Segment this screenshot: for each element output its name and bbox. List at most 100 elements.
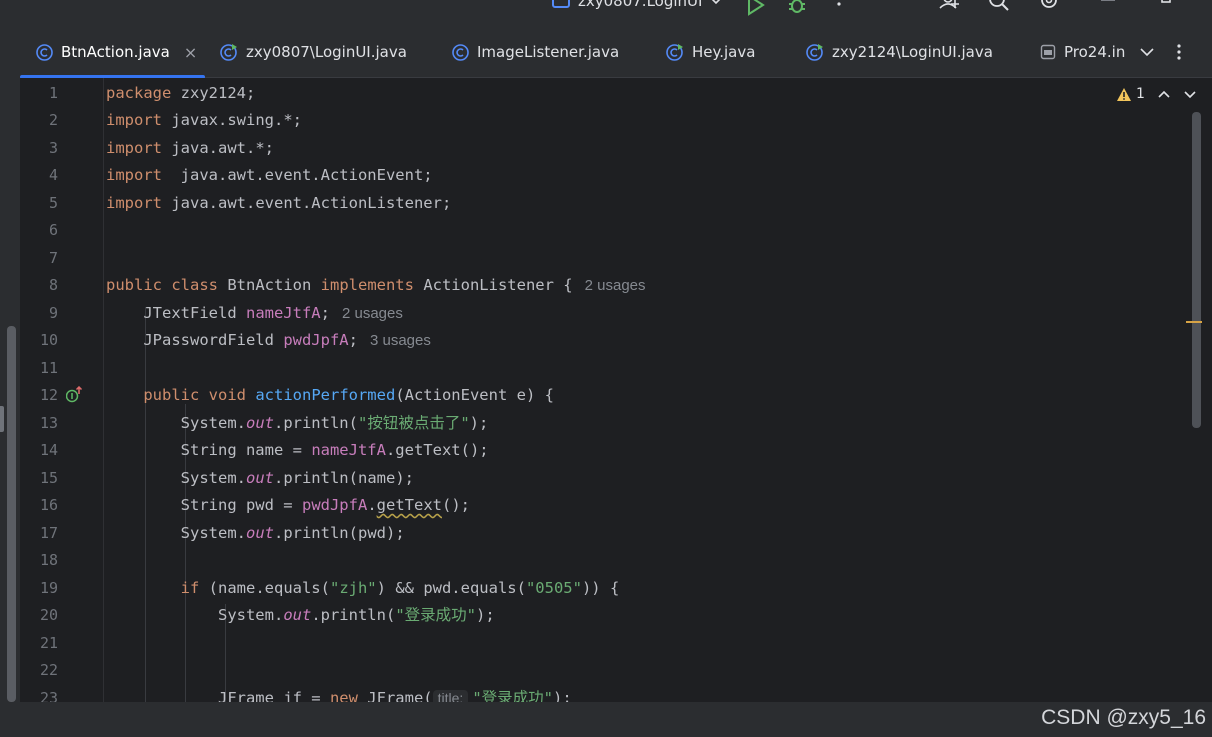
implements-method-icon[interactable]: [66, 386, 84, 404]
code-line: 6: [20, 217, 1180, 244]
code-line: 1 package zxy2124;: [20, 80, 1180, 107]
debug-icon[interactable]: [786, 0, 808, 16]
code-text[interactable]: public class BtnAction implements Action…: [106, 272, 646, 299]
java-runnable-class-icon: [666, 44, 683, 61]
run-icon[interactable]: [744, 0, 766, 16]
side-panel-handle[interactable]: [0, 406, 4, 432]
tab-btnaction[interactable]: BtnAction.java ×: [20, 26, 205, 79]
minimize-icon[interactable]: [1098, 0, 1120, 16]
code-line: 10 JPasswordField pwdJpfA; 3 usages: [20, 327, 1180, 354]
warning-stripe-marker[interactable]: [1186, 321, 1202, 323]
code-line: 17 System.out.println(pwd);: [20, 520, 1180, 547]
tab-label: ImageListener.java: [477, 43, 620, 61]
tab-options-menu[interactable]: [1176, 26, 1182, 78]
code-editor[interactable]: 1 package zxy2124; 2 import javax.swing.…: [20, 78, 1212, 702]
code-text[interactable]: JTextField nameJtfA; 2 usages: [106, 300, 403, 327]
code-text[interactable]: public void actionPerformed(ActionEvent …: [106, 382, 554, 409]
inspection-widget[interactable]: 1: [1116, 86, 1145, 102]
status-bar: CSDN @zxy5_16: [0, 702, 1212, 737]
code-line: 23 JFrame jf = new JFrame(title: "登录成功");: [20, 685, 1180, 702]
settings-gear-icon[interactable]: [1038, 0, 1060, 16]
tab-label: zxy2124\LoginUI.java: [832, 43, 993, 61]
left-tool-strip: [0, 26, 20, 702]
line-number: 18: [39, 551, 58, 569]
code-text[interactable]: String pwd = pwdJpfA.getText();: [106, 492, 470, 519]
run-config-label: zxy0807.LoginUI: [578, 0, 703, 10]
code-line: 15 System.out.println(name);: [20, 465, 1180, 492]
editor-tab-bar: BtnAction.java × zxy0807\LoginUI.java Im…: [20, 26, 1212, 79]
code-text[interactable]: String name = nameJtfA.getText();: [106, 437, 489, 464]
line-number: 17: [39, 524, 58, 542]
left-scrollbar[interactable]: [7, 326, 16, 702]
code-text[interactable]: System.out.println("登录成功");: [106, 602, 495, 629]
code-line: 19 if (name.equals("zjh") && pwd.equals(…: [20, 575, 1180, 602]
code-text[interactable]: import javax.swing.*;: [106, 107, 302, 134]
code-text[interactable]: if (name.equals("zjh") && pwd.equals("05…: [106, 575, 620, 602]
line-number: 6: [48, 221, 58, 239]
code-text[interactable]: JPasswordField pwdJpfA; 3 usages: [106, 327, 431, 354]
code-text[interactable]: import java.awt.event.ActionListener;: [106, 190, 451, 217]
editor-scrollbar-thumb[interactable]: [1192, 112, 1201, 428]
code-line: 13 System.out.println("按钮被点击了");: [20, 410, 1180, 437]
code-text[interactable]: import java.awt.event.ActionEvent;: [106, 162, 433, 189]
tab-hey[interactable]: Hey.java: [666, 26, 755, 78]
code-line: 16 String pwd = pwdJpfA.getText();: [20, 492, 1180, 519]
tab-label: zxy0807\LoginUI.java: [246, 43, 407, 61]
line-number: 4: [48, 166, 58, 184]
code-line: 22: [20, 657, 1180, 684]
line-number: 23: [39, 689, 58, 702]
code-text[interactable]: System.out.println(pwd);: [106, 520, 405, 547]
line-number: 14: [39, 441, 58, 459]
line-number: 3: [48, 139, 58, 157]
tab-pro24[interactable]: Pro24.in: [1040, 26, 1125, 78]
usages-hint[interactable]: 2 usages: [342, 305, 403, 322]
line-number: 13: [39, 414, 58, 432]
next-highlight-icon[interactable]: [1182, 86, 1198, 102]
code-line: 18: [20, 547, 1180, 574]
code-text[interactable]: import java.awt.*;: [106, 135, 274, 162]
tab-label: BtnAction.java: [61, 43, 170, 61]
line-number: 22: [39, 661, 58, 679]
run-config-selector[interactable]: zxy0807.LoginUI: [552, 0, 722, 10]
java-runnable-class-icon: [806, 44, 823, 61]
deprecated-call[interactable]: getText: [377, 496, 442, 514]
java-class-icon: [36, 43, 53, 61]
close-tab-icon[interactable]: ×: [184, 43, 197, 62]
add-user-icon[interactable]: [938, 0, 960, 16]
line-number: 12: [39, 386, 58, 404]
tab-loginui-0807[interactable]: zxy0807\LoginUI.java: [220, 26, 407, 78]
line-number: 20: [39, 606, 58, 624]
code-text[interactable]: System.out.println(name);: [106, 465, 414, 492]
main-toolbar: zxy0807.LoginUI: [0, 0, 1212, 26]
chevron-down-icon: [1140, 48, 1154, 57]
search-icon[interactable]: [988, 0, 1010, 16]
chevron-down-icon: [712, 0, 721, 5]
line-number: 2: [48, 111, 58, 129]
code-line: 20 System.out.println("登录成功");: [20, 602, 1180, 629]
previous-highlight-icon[interactable]: [1156, 86, 1172, 102]
tab-loginui-2124[interactable]: zxy2124\LoginUI.java: [806, 26, 993, 78]
tab-list-dropdown[interactable]: [1140, 26, 1154, 78]
code-text[interactable]: package zxy2124;: [106, 80, 255, 107]
line-number: 11: [39, 359, 58, 377]
line-number: 1: [48, 84, 58, 102]
tab-label: Hey.java: [692, 43, 756, 61]
code-line: 4 import java.awt.event.ActionEvent;: [20, 162, 1180, 189]
restore-window-icon[interactable]: [1158, 0, 1180, 16]
line-number: 9: [48, 304, 58, 322]
line-number: 10: [39, 331, 58, 349]
watermark-text: CSDN @zxy5_16: [1041, 706, 1206, 729]
line-number: 21: [39, 634, 58, 652]
warning-count: 1: [1136, 86, 1145, 102]
more-actions-icon[interactable]: [828, 0, 850, 16]
tab-imagelistener[interactable]: ImageListener.java: [452, 26, 619, 78]
code-line: 21: [20, 630, 1180, 657]
usages-hint[interactable]: 2 usages: [585, 277, 646, 294]
file-icon: [1040, 44, 1056, 60]
usages-hint[interactable]: 3 usages: [370, 332, 431, 349]
code-text[interactable]: System.out.println("按钮被点击了");: [106, 410, 489, 437]
code-line: 2 import javax.swing.*;: [20, 107, 1180, 134]
code-line: 9 JTextField nameJtfA; 2 usages: [20, 300, 1180, 327]
code-text[interactable]: JFrame jf = new JFrame(title: "登录成功");: [106, 685, 572, 702]
line-number: 16: [39, 496, 58, 514]
